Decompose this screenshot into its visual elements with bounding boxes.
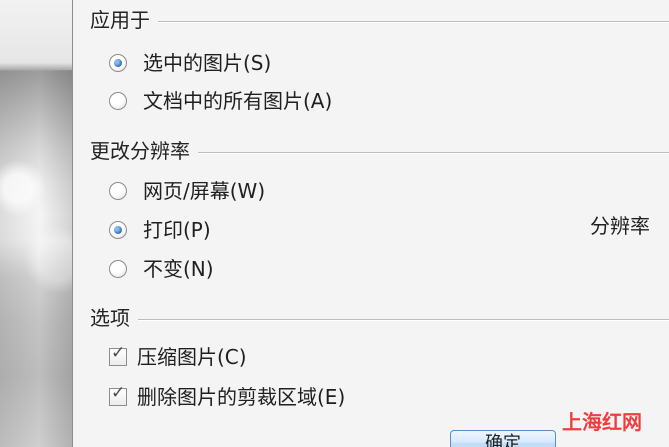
radio-selected-icon[interactable] <box>109 54 127 72</box>
check-mark-icon: ✓ <box>111 383 126 403</box>
delete-cropped-areas-option[interactable]: ✓ 删除图片的剪裁区域(E) <box>109 382 345 412</box>
resolution-unchanged-label: 不变(N) <box>143 257 214 281</box>
radio-unselected-icon[interactable] <box>109 92 127 110</box>
checkbox-checked-icon[interactable]: ✓ <box>109 383 127 406</box>
options-section-divider <box>138 318 669 320</box>
screen: 应用于 选中的图片(S) 文档中的所有图片(A) 更改分辨率 网页/屏幕(W) … <box>0 0 669 447</box>
apply-to-all-pictures-option[interactable]: 文档中的所有图片(A) <box>109 86 332 116</box>
resolution-web-screen-label: 网页/屏幕(W) <box>143 179 266 203</box>
ok-button[interactable]: 确定 <box>450 430 556 447</box>
resolution-section-title: 更改分辨率 <box>90 139 190 163</box>
resolution-side-label: 分辨率 <box>590 214 650 238</box>
options-section-header: 选项 <box>90 304 669 332</box>
resolution-web-screen-option[interactable]: 网页/屏幕(W) <box>109 176 265 206</box>
compress-pictures-label: 压缩图片(C) <box>137 345 247 369</box>
apply-to-all-pictures-label: 文档中的所有图片(A) <box>143 89 333 113</box>
apply-to-section-title: 应用于 <box>90 8 150 32</box>
compress-pictures-option[interactable]: ✓ 压缩图片(C) <box>109 342 247 372</box>
site-watermark: 上海红网 <box>562 410 642 434</box>
resolution-print-option[interactable]: 打印(P) <box>109 215 211 245</box>
background-photo <box>0 0 72 447</box>
resolution-unchanged-option[interactable]: 不变(N) <box>109 254 214 284</box>
radio-unselected-icon[interactable] <box>109 260 127 278</box>
apply-to-section-header: 应用于 <box>90 6 669 34</box>
resolution-section-divider <box>198 151 669 153</box>
resolution-print-label: 打印(P) <box>143 218 211 242</box>
options-section-title: 选项 <box>90 306 130 330</box>
radio-unselected-icon[interactable] <box>109 182 127 200</box>
apply-to-section-divider <box>158 20 669 22</box>
apply-to-selected-picture-label: 选中的图片(S) <box>143 51 272 75</box>
resolution-section-header: 更改分辨率 <box>90 137 669 165</box>
radio-selected-icon[interactable] <box>109 221 127 239</box>
compress-pictures-dialog: 应用于 选中的图片(S) 文档中的所有图片(A) 更改分辨率 网页/屏幕(W) … <box>72 0 669 447</box>
checkbox-checked-icon[interactable]: ✓ <box>109 343 127 366</box>
check-mark-icon: ✓ <box>111 343 126 363</box>
delete-cropped-areas-label: 删除图片的剪裁区域(E) <box>137 385 346 409</box>
apply-to-selected-picture-option[interactable]: 选中的图片(S) <box>109 48 271 78</box>
